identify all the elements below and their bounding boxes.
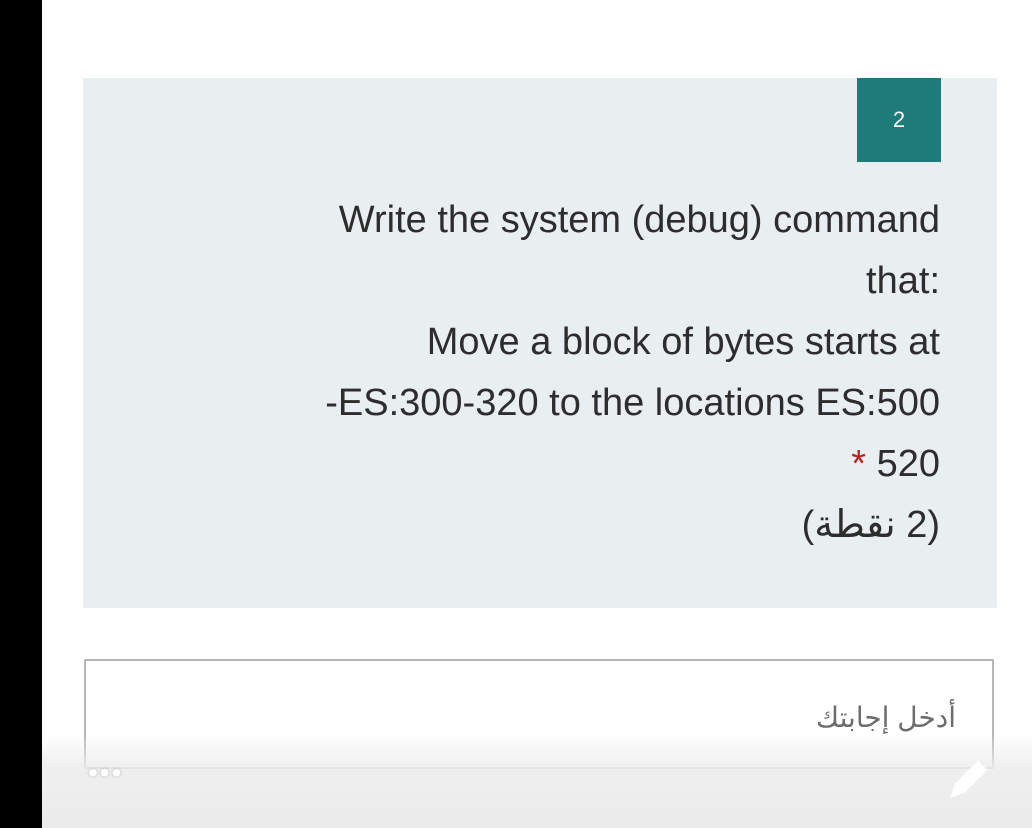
- bottom-overlay: [42, 735, 1032, 828]
- question-line-4: ES:300-320 to the locations ES:500-: [325, 382, 940, 424]
- question-card: 2 Write the system (debug) command :that…: [83, 78, 997, 608]
- question-line-1: Write the system (debug) command: [338, 199, 940, 241]
- pencil-icon[interactable]: [942, 752, 994, 804]
- screen: 2 Write the system (debug) command :that…: [0, 0, 1032, 828]
- question-points: (2 نقطة): [801, 504, 940, 546]
- question-line-5-text: 520: [876, 443, 940, 485]
- required-asterisk: *: [851, 443, 867, 485]
- question-line-3: Move a block of bytes starts at: [426, 321, 940, 363]
- left-edge-bar: [0, 0, 42, 828]
- question-text: Write the system (debug) command :that M…: [180, 190, 940, 556]
- more-horizontal-icon[interactable]: •••: [88, 759, 123, 787]
- question-line-2: :that: [866, 260, 940, 302]
- answer-placeholder: أدخل إجابتك: [816, 702, 956, 733]
- question-number-badge: 2: [857, 78, 941, 162]
- question-line-5: 520 *: [180, 434, 940, 495]
